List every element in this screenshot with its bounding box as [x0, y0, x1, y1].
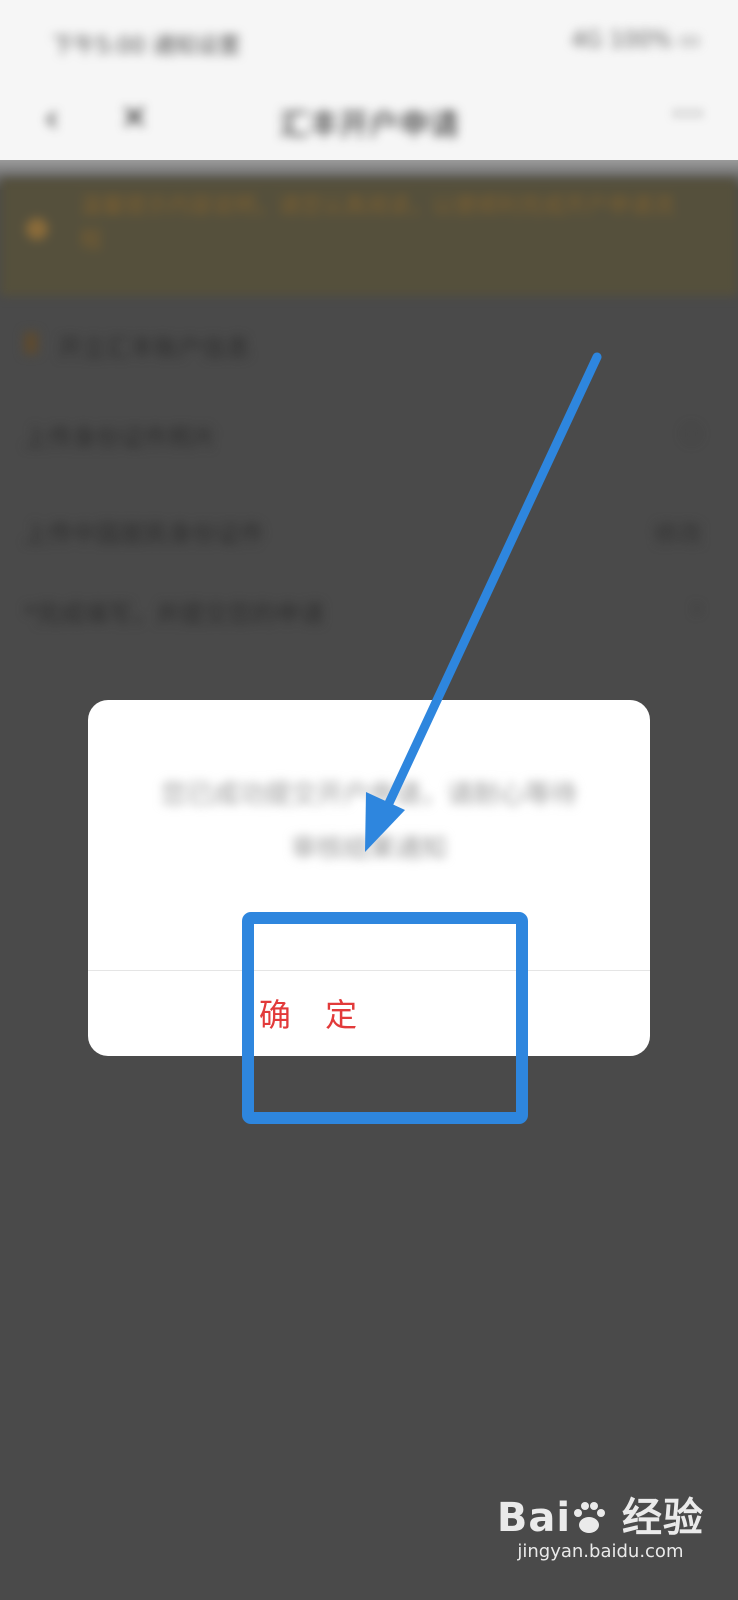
list-item-value: ›	[692, 594, 702, 622]
confirm-dialog: 您已成功提交开户申请，请耐心等待 审核结果通知 确 定	[88, 700, 650, 1056]
list-item[interactable]: 上传身份证件照片 ◌	[0, 390, 738, 480]
list-item-label: 上传身份证件照片	[24, 424, 216, 452]
status-bar: 下午5:00 通知设置 4G 100% ▭	[0, 0, 738, 80]
dialog-message-line-2: 审核结果通知	[290, 834, 447, 864]
watermark-logo: Bai 经验	[496, 1495, 704, 1541]
list-item-value: 修改	[654, 520, 702, 548]
confirm-button-label: 确 定	[258, 996, 370, 1034]
status-bar-right: 4G 100% ▭	[571, 28, 700, 53]
paw-icon	[574, 1502, 606, 1533]
watermark-site: jingyan.baidu.com	[517, 1541, 684, 1562]
watermark-brand: 经验	[607, 1495, 704, 1541]
list-item-value: ◌	[681, 418, 702, 446]
page-title: 汇丰开户申请	[279, 108, 459, 143]
nav-bar: ‹ ✕ 汇丰开户申请 ···	[0, 80, 738, 160]
list-item[interactable]: *完成填写，并提交您的申请 ›	[0, 566, 738, 656]
baidu-jingyan-watermark: Bai 经验 jingyan.baidu.com	[497, 1485, 704, 1562]
list-item-label: 上传中国居民身份证件	[24, 520, 264, 548]
app-header: 下午5:00 通知设置 4G 100% ▭ ‹ ✕ 汇丰开户申请 ···	[0, 0, 738, 170]
notice-banner: 温馨提示内容说明，请您认真阅读，以便顺利完成开户申请流程	[0, 178, 738, 296]
info-icon	[26, 218, 48, 240]
more-icon[interactable]: ···	[672, 94, 704, 134]
marker-icon	[24, 332, 38, 354]
confirm-button[interactable]: 确 定	[88, 970, 650, 1056]
list-item[interactable]: 开立汇丰账户信息	[0, 300, 738, 390]
status-bar-left: 下午5:00 通知设置	[52, 34, 241, 59]
dialog-message-line-1: 您已成功提交开户申请，请耐心等待	[160, 780, 577, 810]
notice-text: 温馨提示内容说明，请您认真阅读，以便顺利完成开户申请流程	[80, 194, 675, 253]
dialog-message: 您已成功提交开户申请，请耐心等待 审核结果通知	[88, 768, 650, 876]
list-item[interactable]: 上传中国居民身份证件 修改	[0, 486, 738, 576]
list-item-label: *完成填写，并提交您的申请	[24, 600, 324, 628]
list-item-label: 开立汇丰账户信息	[58, 334, 250, 362]
